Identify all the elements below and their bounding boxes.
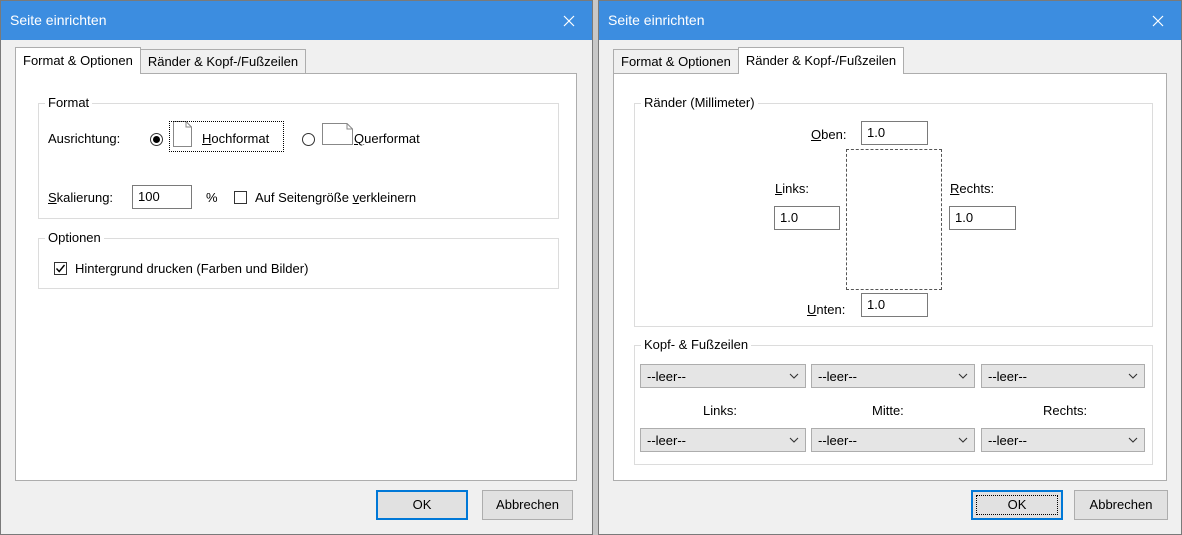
headers-footers-legend: Kopf- & Fußzeilen [641,337,752,353]
footer-right-select[interactable]: --leer-- [981,428,1145,452]
margins-legend: Ränder (Millimeter) [641,95,758,111]
landscape-label[interactable]: Querformat [354,131,420,146]
margin-left-label: Links: [775,181,809,196]
margin-right-label: Rechts: [950,181,995,196]
print-background-label[interactable]: Hintergrund drucken (Farben und Bilder) [75,261,308,276]
header-left-select[interactable]: --leer-- [640,364,806,388]
percent-label: % [206,190,218,205]
tab-format-options[interactable]: Format & Optionen [613,49,739,73]
margin-left-input[interactable]: 1.0 [774,206,840,230]
cancel-button[interactable]: Abbrechen [1074,490,1168,520]
tab-margins-headers[interactable]: Ränder & Kopf-/Fußzeilen [737,47,905,74]
cancel-button[interactable]: Abbrechen [482,490,573,520]
margins-group: Ränder (Millimeter) Oben: 1.0 Links: 1.0… [634,95,1153,327]
close-icon[interactable] [546,1,592,40]
page-setup-dialog-format: Seite einrichten Format & Optionen Rände… [0,0,593,535]
ok-focus-rect [976,495,1058,515]
column-label-right: Rechts: [1043,403,1088,418]
page-preview [846,149,942,290]
format-group: Format Ausrichtung: Hochformat Querforma… [38,95,559,219]
margin-bottom-label: Unten: [807,302,846,317]
column-label-left: Links: [703,403,737,418]
page-setup-dialog-margins: Seite einrichten Format & Optionen Rände… [598,0,1182,535]
orientation-label: Ausrichtung: [48,131,121,146]
ok-button[interactable]: OK [376,490,468,520]
title-bar: Seite einrichten [599,1,1181,40]
chevron-down-icon [789,437,799,443]
chevron-down-icon [1128,437,1138,443]
format-legend: Format [45,95,93,111]
dialog-title: Seite einrichten [608,12,705,28]
close-icon[interactable] [1135,1,1181,40]
footer-left-select[interactable]: --leer-- [640,428,806,452]
chevron-down-icon [958,437,968,443]
dialog-title: Seite einrichten [10,12,107,28]
chevron-down-icon [1128,373,1138,379]
landscape-radio[interactable] [302,133,315,146]
print-background-checkbox[interactable] [54,262,67,275]
header-center-select[interactable]: --leer-- [811,364,975,388]
tab-strip: Format & Optionen Ränder & Kopf-/Fußzeil… [613,47,905,74]
ok-button[interactable]: OK [971,490,1063,520]
chevron-down-icon [789,373,799,379]
header-right-select[interactable]: --leer-- [981,364,1145,388]
margin-top-input[interactable]: 1.0 [861,121,928,145]
portrait-label[interactable]: Hochformat [202,131,269,146]
chevron-down-icon [958,373,968,379]
shrink-to-fit-label[interactable]: Auf Seitengröße verkleinern [255,190,416,205]
tab-panel: Format Ausrichtung: Hochformat Querforma… [15,73,577,481]
margin-top-label: Oben: [811,127,847,142]
options-legend: Optionen [45,230,104,246]
checkmark-icon [55,264,66,273]
margin-bottom-input[interactable]: 1.0 [861,293,928,317]
shrink-to-fit-checkbox[interactable] [234,191,247,204]
title-bar: Seite einrichten [1,1,592,40]
tab-format-options[interactable]: Format & Optionen [15,47,141,74]
tab-strip: Format & Optionen Ränder & Kopf-/Fußzeil… [15,47,307,74]
margin-right-input[interactable]: 1.0 [949,206,1016,230]
portrait-radio[interactable] [150,133,163,146]
headers-footers-group: Kopf- & Fußzeilen --leer-- --leer-- --le… [634,337,1153,465]
options-group: Optionen Hintergrund drucken (Farben und… [38,230,559,289]
tab-margins-headers[interactable]: Ränder & Kopf-/Fußzeilen [139,49,307,73]
column-label-center: Mitte: [872,403,904,418]
footer-center-select[interactable]: --leer-- [811,428,975,452]
scale-label: Skalierung: [48,190,114,205]
page-landscape-icon [322,123,353,145]
tab-panel: Ränder (Millimeter) Oben: 1.0 Links: 1.0… [613,73,1167,481]
scale-input[interactable]: 100 [132,185,192,209]
